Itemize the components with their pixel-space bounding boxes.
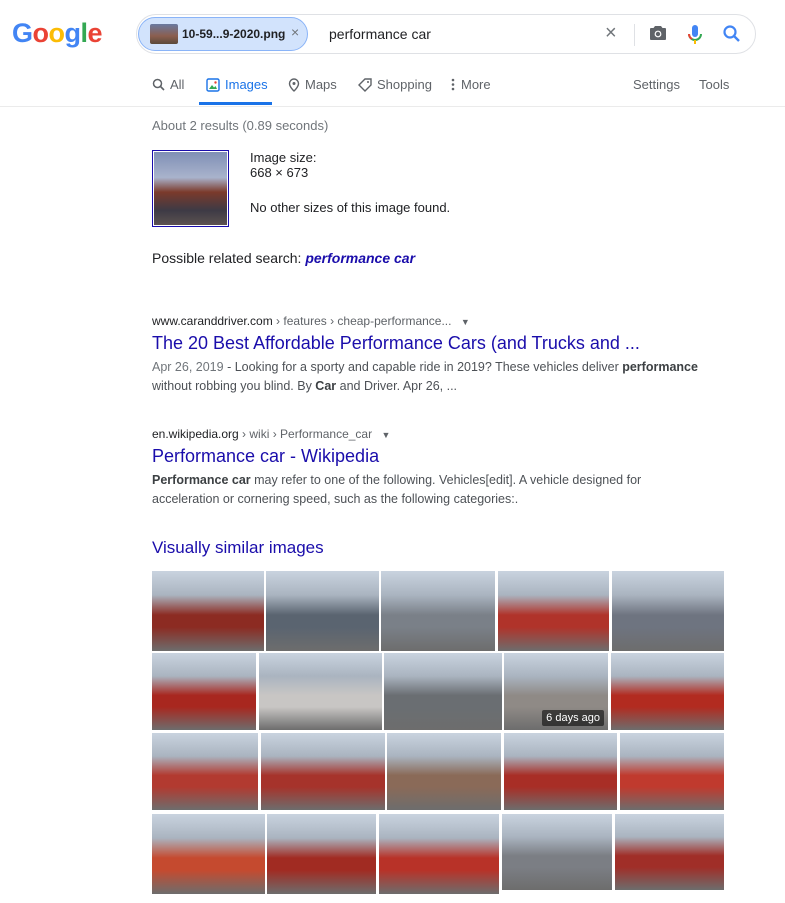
tools-label: Tools — [699, 77, 730, 92]
tab-more[interactable]: More — [450, 77, 491, 92]
result-snippet: Performance car may refer to one of the … — [152, 471, 712, 509]
settings-label: Settings — [633, 77, 680, 92]
similar-image[interactable] — [611, 653, 724, 730]
search-tabs: All Images Maps Shopping More Settings T… — [0, 68, 785, 107]
result-date: Apr 26, 2019 — [152, 360, 224, 374]
query-image-thumbnail — [150, 24, 178, 44]
related-search: Possible related search: performance car — [152, 250, 415, 266]
settings-link[interactable]: Settings — [633, 77, 680, 92]
snippet-highlight: performance — [622, 360, 698, 374]
image-query-chip[interactable]: 10-59...9-2020.png × — [138, 17, 308, 51]
clear-icon[interactable]: × — [605, 22, 617, 45]
similar-image[interactable] — [615, 814, 724, 890]
logo-letter: e — [87, 18, 103, 48]
query-image-preview[interactable] — [152, 150, 229, 227]
tab-images[interactable]: Images — [206, 77, 268, 92]
similar-image[interactable] — [152, 571, 264, 651]
microphone-icon[interactable] — [687, 24, 703, 51]
search-divider — [634, 24, 635, 46]
result-domain: en.wikipedia.org — [152, 427, 239, 441]
tag-icon — [358, 77, 372, 92]
google-logo[interactable]: Google — [12, 18, 103, 49]
no-other-sizes-text: No other sizes of this image found. — [250, 200, 451, 215]
snippet-text: and Driver. Apr 26, ... — [336, 379, 458, 393]
tab-label: Maps — [305, 77, 337, 92]
result-breadcrumb: › features › cheap-performance... — [272, 314, 452, 328]
image-icon — [206, 77, 220, 92]
similar-image[interactable] — [379, 814, 499, 894]
result-stats: About 2 results (0.89 seconds) — [152, 118, 329, 133]
tab-label: Images — [225, 77, 268, 92]
result-domain: www.caranddriver.com — [152, 314, 273, 328]
related-search-prefix: Possible related search: — [152, 250, 306, 266]
result-snippet: Apr 26, 2019 - Looking for a sporty and … — [152, 358, 712, 396]
similar-image[interactable] — [502, 814, 612, 890]
logo-letter: G — [12, 18, 33, 48]
search-icon[interactable] — [722, 24, 742, 49]
tab-shopping[interactable]: Shopping — [358, 77, 432, 92]
similar-image[interactable] — [152, 814, 265, 894]
result-title[interactable]: The 20 Best Affordable Performance Cars … — [152, 333, 712, 354]
tab-all[interactable]: All — [152, 77, 184, 92]
similar-image[interactable] — [152, 733, 258, 810]
similar-image[interactable] — [261, 733, 385, 810]
similar-image[interactable] — [387, 733, 501, 810]
similar-image[interactable] — [384, 653, 502, 730]
logo-letter: g — [64, 18, 82, 48]
more-vert-icon — [451, 78, 455, 91]
search-icon — [152, 78, 165, 91]
chevron-down-icon[interactable]: ▼ — [381, 430, 390, 440]
similar-image[interactable]: 6 days ago — [504, 653, 608, 730]
snippet-text: without robbing you blind. By — [152, 379, 316, 393]
logo-letter: o — [32, 18, 50, 48]
result-title[interactable]: Performance car - Wikipedia — [152, 446, 712, 467]
similar-images-heading[interactable]: Visually similar images — [152, 538, 324, 558]
similar-image[interactable] — [612, 571, 724, 651]
similar-image[interactable] — [498, 571, 609, 651]
similar-image[interactable] — [152, 653, 256, 730]
chevron-down-icon[interactable]: ▼ — [461, 317, 470, 327]
search-box: 10-59...9-2020.png × performance car × — [136, 14, 756, 54]
tab-label: Shopping — [377, 77, 432, 92]
similar-image[interactable] — [381, 571, 495, 651]
similar-image[interactable] — [259, 653, 382, 730]
chip-close-icon[interactable]: × — [291, 24, 299, 40]
snippet-highlight: Performance car — [152, 473, 251, 487]
similar-image[interactable] — [267, 814, 376, 894]
similar-image[interactable] — [504, 733, 617, 810]
similar-image[interactable] — [266, 571, 379, 651]
tab-label: More — [461, 77, 491, 92]
logo-letter: o — [48, 18, 66, 48]
tab-label: All — [170, 77, 185, 92]
search-result: www.caranddriver.com › features › cheap-… — [152, 314, 712, 396]
tools-link[interactable]: Tools — [699, 77, 729, 92]
camera-icon[interactable] — [649, 25, 667, 46]
snippet-highlight: Car — [315, 379, 337, 393]
logo-letter: l — [80, 18, 89, 48]
image-size-value: 668 × 673 — [250, 165, 309, 180]
result-url[interactable]: en.wikipedia.org › wiki › Performance_ca… — [152, 427, 712, 441]
result-url[interactable]: www.caranddriver.com › features › cheap-… — [152, 314, 712, 328]
map-pin-icon — [288, 77, 300, 92]
search-result: en.wikipedia.org › wiki › Performance_ca… — [152, 427, 712, 509]
snippet-text: - Looking for a sporty and capable ride … — [223, 360, 623, 374]
result-breadcrumb: › wiki › Performance_car — [238, 427, 373, 441]
image-size-label: Image size: — [250, 150, 317, 165]
query-image-filename: 10-59...9-2020.png — [182, 27, 286, 41]
active-tab-indicator — [199, 102, 272, 105]
image-age-badge: 6 days ago — [542, 710, 604, 726]
related-search-link[interactable]: performance car — [305, 250, 415, 266]
tab-maps[interactable]: Maps — [288, 77, 337, 92]
search-input[interactable]: performance car — [329, 26, 431, 42]
similar-image[interactable] — [620, 733, 724, 810]
query-image — [154, 152, 227, 225]
